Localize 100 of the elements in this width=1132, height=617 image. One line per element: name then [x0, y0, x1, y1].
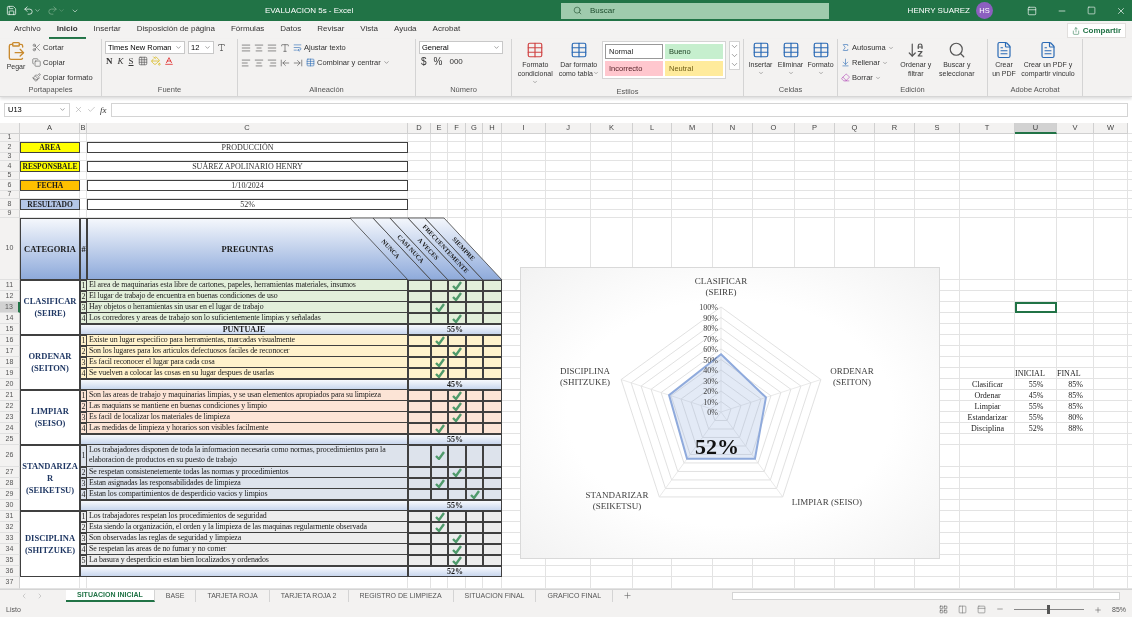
text-size-icon[interactable]	[217, 43, 226, 53]
rating-cell[interactable]	[483, 532, 502, 544]
ribbon-display-icon[interactable]	[1027, 5, 1037, 16]
rating-cell[interactable]	[448, 554, 466, 566]
rating-cell[interactable]	[466, 411, 483, 423]
rating-cell[interactable]	[466, 488, 483, 500]
rating-cell[interactable]	[483, 444, 502, 467]
rating-cell[interactable]	[466, 279, 483, 291]
rating-cell[interactable]	[408, 411, 431, 423]
rating-cell[interactable]	[483, 345, 502, 357]
restore-icon[interactable]	[1087, 6, 1096, 16]
number-format-button[interactable]: $	[419, 56, 429, 69]
rating-cell[interactable]	[408, 543, 431, 555]
rating-cell[interactable]	[466, 334, 483, 346]
rating-cell[interactable]	[431, 510, 448, 522]
close-icon[interactable]	[1116, 5, 1126, 16]
rating-cell[interactable]	[483, 510, 502, 522]
rating-cell[interactable]	[448, 400, 466, 412]
rating-cell[interactable]	[431, 422, 448, 434]
rating-cell[interactable]	[448, 477, 466, 489]
menu-tab[interactable]: Acrobat	[424, 24, 469, 40]
rating-cell[interactable]	[408, 521, 431, 533]
rating-cell[interactable]	[448, 466, 466, 478]
rating-cell[interactable]	[483, 521, 502, 533]
function-button[interactable]: fx	[100, 104, 107, 115]
rating-cell[interactable]	[408, 554, 431, 566]
rating-cell[interactable]	[408, 444, 431, 467]
normal-view-icon[interactable]	[939, 604, 948, 614]
rating-cell[interactable]	[408, 510, 431, 522]
rating-cell[interactable]	[483, 488, 502, 500]
rating-cell[interactable]	[466, 312, 483, 324]
rating-cell[interactable]	[448, 312, 466, 324]
rating-cell[interactable]	[448, 356, 466, 368]
format-button[interactable]: K	[116, 56, 125, 67]
rating-cell[interactable]	[448, 532, 466, 544]
rating-cell[interactable]	[431, 356, 448, 368]
indent-increase-icon[interactable]	[293, 57, 303, 68]
font-color-icon[interactable]	[163, 56, 174, 67]
menu-tab[interactable]: Datos	[272, 24, 310, 40]
rating-cell[interactable]	[408, 301, 431, 313]
rating-cell[interactable]	[408, 345, 431, 357]
rating-cell[interactable]	[466, 301, 483, 313]
share-button[interactable]: Compartir	[1066, 23, 1126, 39]
rating-cell[interactable]	[431, 334, 448, 346]
rating-cell[interactable]	[431, 521, 448, 533]
rating-cell[interactable]	[408, 532, 431, 544]
menu-tab[interactable]: Archivo	[6, 24, 49, 40]
rating-cell[interactable]	[448, 521, 466, 533]
menu-tab[interactable]: Revisar	[309, 24, 353, 40]
undo-icon[interactable]	[23, 5, 34, 17]
menu-tab[interactable]: Vista	[352, 24, 386, 40]
rating-cell[interactable]	[483, 400, 502, 412]
rating-cell[interactable]	[431, 290, 448, 302]
rating-cell[interactable]	[431, 554, 448, 566]
rating-cell[interactable]	[483, 279, 502, 291]
rating-cell[interactable]	[431, 301, 448, 313]
menu-tab[interactable]: Ayuda	[386, 24, 425, 40]
rating-cell[interactable]	[408, 279, 431, 291]
rating-cell[interactable]	[483, 334, 502, 346]
rating-cell[interactable]	[466, 444, 483, 467]
rating-cell[interactable]	[483, 477, 502, 489]
rating-cell[interactable]	[483, 356, 502, 368]
rating-cell[interactable]	[408, 290, 431, 302]
rating-cell[interactable]	[431, 411, 448, 423]
rating-cell[interactable]	[408, 488, 431, 500]
search-field[interactable]: Buscar	[561, 2, 829, 19]
rating-cell[interactable]	[466, 389, 483, 401]
rating-cell[interactable]	[483, 554, 502, 566]
rating-cell[interactable]	[431, 543, 448, 555]
rating-cell[interactable]	[448, 411, 466, 423]
rating-cell[interactable]	[466, 290, 483, 302]
horizontal-scrollbar[interactable]	[732, 591, 1120, 601]
rating-cell[interactable]	[448, 301, 466, 313]
save-icon[interactable]	[6, 5, 17, 17]
borders-icon[interactable]	[137, 56, 148, 67]
rating-cell[interactable]	[466, 356, 483, 368]
rating-cell[interactable]	[466, 422, 483, 434]
rating-cell[interactable]	[466, 466, 483, 478]
rating-cell[interactable]	[448, 422, 466, 434]
selected-cell[interactable]	[1015, 301, 1057, 313]
rating-cell[interactable]	[431, 444, 448, 467]
rating-cell[interactable]	[483, 422, 502, 434]
rating-cell[interactable]	[448, 444, 466, 467]
rating-cell[interactable]	[483, 301, 502, 313]
rating-cell[interactable]	[431, 312, 448, 324]
rating-cell[interactable]	[408, 389, 431, 401]
rating-cell[interactable]	[466, 543, 483, 555]
rating-cell[interactable]	[466, 400, 483, 412]
rating-cell[interactable]	[431, 477, 448, 489]
menu-tab[interactable]: Fórmulas	[223, 24, 273, 40]
rating-cell[interactable]	[483, 389, 502, 401]
format-button[interactable]: S	[127, 56, 135, 67]
rating-cell[interactable]	[408, 356, 431, 368]
rating-cell[interactable]	[483, 290, 502, 302]
rating-cell[interactable]	[408, 422, 431, 434]
menu-tab[interactable]: Insertar	[85, 24, 129, 40]
menu-tab[interactable]: Disposición de página	[128, 24, 223, 40]
rating-cell[interactable]	[448, 488, 466, 500]
formula-input[interactable]	[110, 102, 1128, 117]
rating-cell[interactable]	[483, 312, 502, 324]
